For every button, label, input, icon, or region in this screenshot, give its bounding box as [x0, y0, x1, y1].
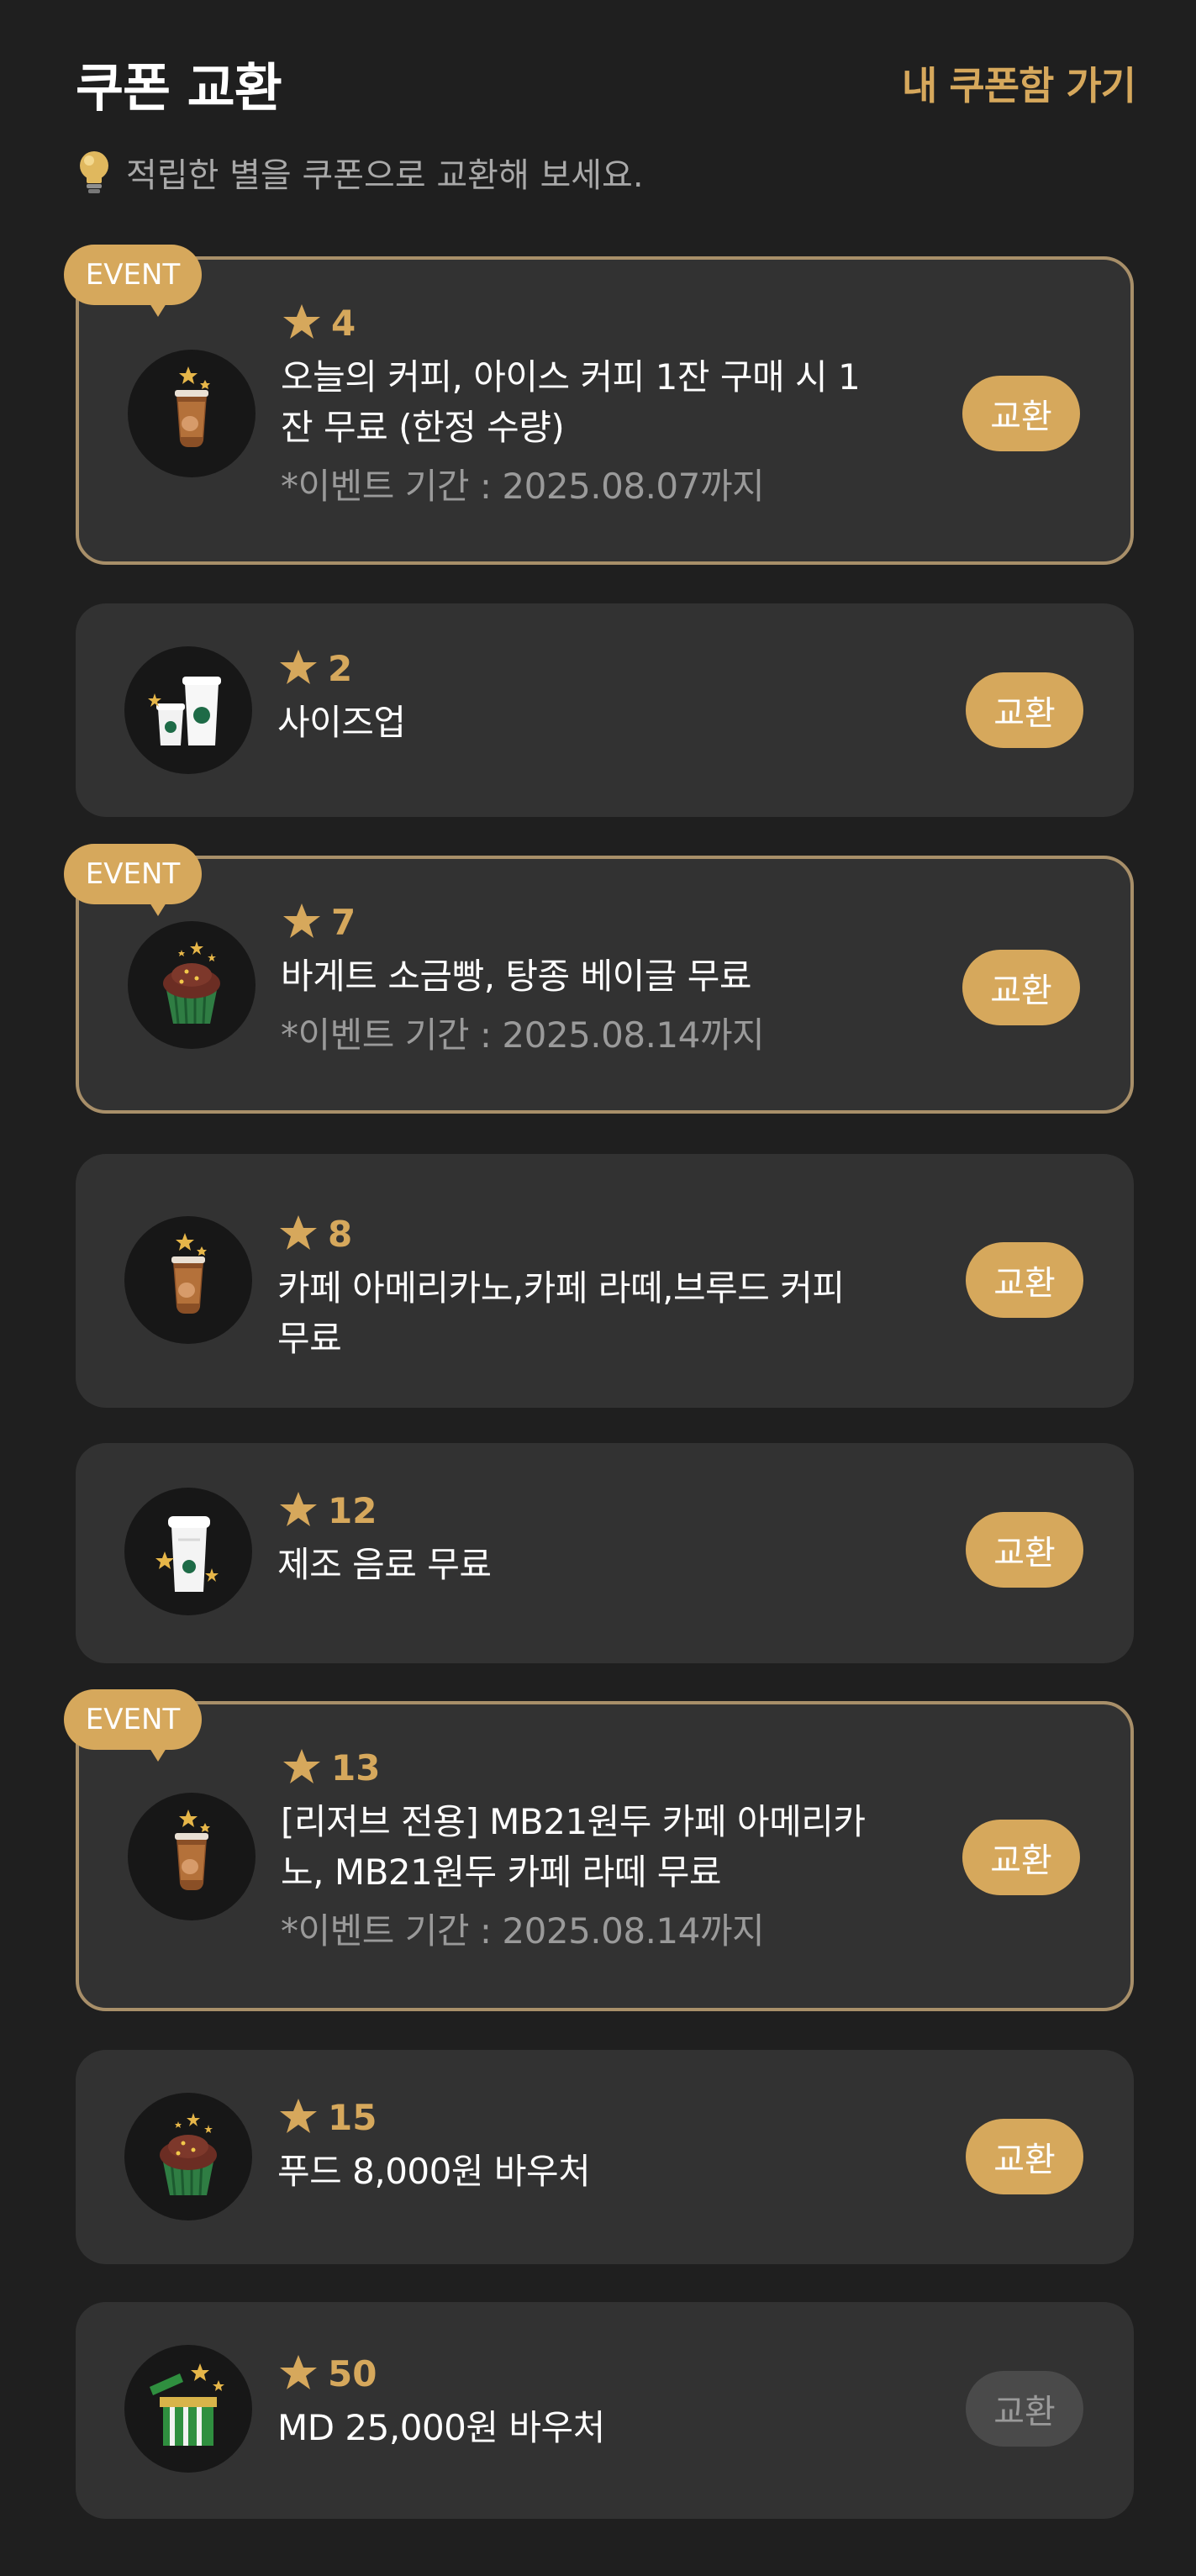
header: 쿠폰 교환 내 쿠폰함 가기 [76, 45, 1136, 121]
star-count: 12 [328, 1489, 377, 1531]
star-icon [280, 650, 317, 684]
cupcake-icon [163, 941, 220, 1025]
coupon-info: 15 푸드 8,000원 바우처 [277, 2096, 883, 2197]
star-cost: 12 [277, 1489, 883, 1531]
coupon-name: 제조 음료 무료 [277, 1540, 883, 1590]
coupon-thumbnail [124, 1488, 252, 1615]
coupon-info: 2 사이즈업 [277, 647, 883, 748]
star-cost: 4 [281, 302, 886, 344]
star-icon [283, 1749, 320, 1783]
event-badge: EVENT [64, 844, 202, 916]
coupon-thumbnail [124, 1216, 252, 1344]
exchange-button[interactable]: 교환 [966, 2119, 1083, 2194]
coupon-info: 12 제조 음료 무료 [277, 1489, 883, 1590]
coupon-info: 8 카페 아메리카노,카페 라떼,브루드 커피무료 [277, 1213, 883, 1364]
event-badge: EVENT [64, 1689, 202, 1762]
star-cost: 8 [277, 1213, 883, 1255]
star-icon [283, 304, 320, 339]
frappuccino-cup-icon [155, 1516, 219, 1592]
exchange-button[interactable]: 교환 [966, 1512, 1083, 1588]
star-count: 13 [331, 1746, 381, 1788]
coupon-name-line: 푸드 8,000원 바우처 [277, 2151, 591, 2192]
star-cost: 50 [277, 2352, 883, 2394]
coupon-name-line: 노, MB21원두 카페 라떼 무료 [281, 1852, 722, 1893]
coupon-thumbnail [124, 2345, 252, 2473]
coupon-name-line: MD 25,000원 바우처 [277, 2407, 605, 2448]
coupon-card: 2 사이즈업 교환 [76, 603, 1134, 817]
star-icon [283, 903, 320, 938]
coupon-name: 바게트 소금빵, 탕종 베이글 무료 [281, 951, 886, 1002]
star-count: 15 [328, 2096, 377, 2138]
star-cost: 15 [277, 2096, 883, 2138]
gift-box-icon [150, 2363, 224, 2446]
coupon-thumbnail [128, 1793, 256, 1920]
coupon-name-line: 카페 아메리카노,카페 라떼,브루드 커피 [277, 1267, 845, 1309]
star-cost: 7 [281, 901, 886, 943]
coupon-name-line: 사이즈업 [277, 702, 406, 743]
coupon-info: 13 [리저브 전용] MB21원두 카페 아메리카노, MB21원두 카페 라떼… [281, 1746, 886, 1957]
coupon-thumbnail [128, 921, 256, 1049]
event-period: *이벤트 기간 : 2025.08.07까지 [281, 466, 765, 507]
coupon-thumbnail [128, 350, 256, 477]
exchange-button[interactable]: 교환 [966, 2371, 1083, 2447]
exchange-button[interactable]: 교환 [966, 1242, 1083, 1318]
exchange-button[interactable]: 교환 [962, 376, 1080, 451]
coupon-card: EVENT 4 오늘의 커피, 아이스 커피 1잔 구매 시 1 잔 무료 (한정 … [64, 245, 1134, 565]
coupon-name-line: 바게트 소금빵, 탕종 베이글 무료 [281, 956, 752, 997]
coupon-thumbnail [124, 2093, 252, 2220]
coupon-card: EVENT 7 바게트 소금빵, 탕종 베이글 무료 *이벤트 기간 : 2025.… [64, 844, 1134, 1114]
iced-coffee-icon [175, 1810, 210, 1890]
coupon-name: MD 25,000원 바우처 [277, 2403, 883, 2453]
star-count: 8 [328, 1213, 353, 1255]
coupon-name-line: [리저브 전용] MB21원두 카페 아메리카 [281, 1801, 866, 1842]
coupon-exchange-page: 쿠폰 교환 내 쿠폰함 가기 적립한 별을 쿠폰으로 교환해 보세요. EVEN… [0, 0, 1196, 2576]
coupon-card: 12 제조 음료 무료 교환 [76, 1443, 1134, 1663]
coupon-name: [리저브 전용] MB21원두 카페 아메리카노, MB21원두 카페 라떼 무… [281, 1797, 886, 1898]
cupcake-icon [160, 2113, 217, 2196]
coupon-card: EVENT 13 [리저브 전용] MB21원두 카페 아메리카노, MB21원두… [64, 1689, 1134, 2011]
coupon-name-line: 오늘의 커피, 아이스 커피 1잔 구매 시 1 [281, 356, 861, 398]
star-icon [280, 2355, 317, 2389]
coupon-name: 오늘의 커피, 아이스 커피 1잔 구매 시 1 잔 무료 (한정 수량) [281, 352, 886, 453]
coupon-name-line: 무료 [277, 1318, 342, 1359]
exchange-button[interactable]: 교환 [966, 672, 1083, 748]
event-period: *이벤트 기간 : 2025.08.14까지 [281, 1014, 765, 1056]
coupon-thumbnail [124, 646, 252, 774]
coupon-card: 15 푸드 8,000원 바우처 교환 [76, 2050, 1134, 2264]
star-cost: 2 [277, 647, 883, 689]
hint-text: 적립한 별을 쿠폰으로 교환해 보세요. [126, 156, 644, 195]
event-badge: EVENT [64, 245, 202, 317]
star-icon [280, 1492, 317, 1526]
star-icon [280, 2099, 317, 2133]
coupon-info: 7 바게트 소금빵, 탕종 베이글 무료 *이벤트 기간 : 2025.08.14까… [281, 901, 886, 1061]
exchange-button[interactable]: 교환 [962, 1820, 1080, 1895]
star-icon [280, 1215, 317, 1250]
page-title: 쿠폰 교환 [76, 57, 282, 119]
coupon-name: 푸드 8,000원 바우처 [277, 2147, 883, 2197]
iced-coffee-icon [171, 1233, 207, 1314]
cups-size-up-icon [148, 677, 221, 745]
iced-coffee-icon [175, 366, 210, 447]
star-cost: 13 [281, 1746, 886, 1788]
coupon-card: 50 MD 25,000원 바우처 교환 [76, 2302, 1134, 2519]
star-count: 4 [331, 302, 356, 344]
coupon-name-line: 제조 음료 무료 [277, 1544, 492, 1585]
coupon-list: EVENT 4 오늘의 커피, 아이스 커피 1잔 구매 시 1 잔 무료 (한정 … [64, 245, 1134, 2519]
star-count: 2 [328, 647, 353, 689]
coupon-name: 카페 아메리카노,카페 라떼,브루드 커피무료 [277, 1263, 883, 1364]
coupon-info: 4 오늘의 커피, 아이스 커피 1잔 구매 시 1 잔 무료 (한정 수량) *이벤… [281, 302, 886, 512]
coupon-name-line: 잔 무료 (한정 수량) [281, 407, 565, 448]
star-count: 50 [328, 2352, 377, 2394]
exchange-button[interactable]: 교환 [962, 950, 1080, 1025]
coupon-info: 50 MD 25,000원 바우처 [277, 2352, 883, 2453]
hint-row: 적립한 별을 쿠폰으로 교환해 보세요. [76, 143, 644, 202]
star-count: 7 [331, 901, 356, 943]
coupon-card: 8 카페 아메리카노,카페 라떼,브루드 커피무료 교환 [76, 1154, 1134, 1408]
lightbulb-icon [80, 151, 108, 193]
event-period: *이벤트 기간 : 2025.08.14까지 [281, 1910, 765, 1952]
coupon-name: 사이즈업 [277, 698, 883, 748]
my-coupons-link[interactable]: 내 쿠폰함 가기 [902, 55, 1136, 111]
